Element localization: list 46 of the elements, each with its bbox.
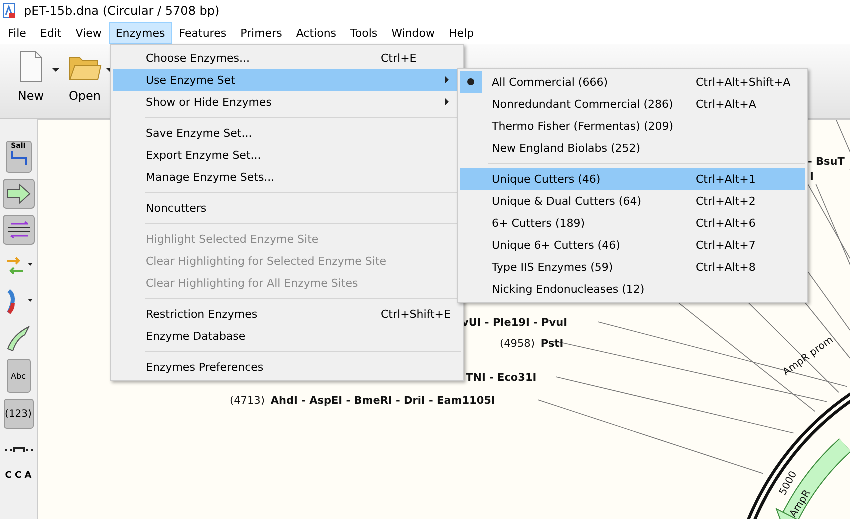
menu-item[interactable]: 6+ Cutters (189) Ctrl+Alt+6 [460,212,805,234]
enzyme-site-label: (4713) AhdI - AspEI - BmeRI - DriI - Eam1105I [230,395,496,407]
menu-item[interactable]: Restriction Enzymes Ctrl+Shift+E [113,303,461,325]
enzyme-site-label: TNI - Eco31I [466,372,537,384]
enzyme-site-label: I [810,171,814,183]
menu-item[interactable]: Manage Enzyme Sets... [113,166,461,188]
enzyme-site-label: (4958) PstI [500,338,564,350]
new-button[interactable]: New [12,50,50,103]
submenu-arrow-icon [445,76,449,84]
menu-item[interactable]: Unique Cutters (46) Ctrl+Alt+1 [460,168,805,190]
menu-item[interactable]: Enzymes Preferences [113,356,461,378]
window-title: pET-15b.dna (Circular / 5708 bp) [24,4,220,18]
menu-bar-item[interactable]: Actions [289,22,344,44]
menu-item[interactable]: Unique & Dual Cutters (64) Ctrl+Alt+2 [460,190,805,212]
menu-bar-item[interactable]: Primers [234,22,290,44]
menu-item[interactable]: Export Enzyme Set... [113,144,461,166]
menu-bar-item[interactable]: File [1,22,34,44]
menu-item[interactable]: Thermo Fisher (Fermentas) (209) [460,115,805,137]
menu-bar-item[interactable]: Window [384,22,442,44]
enzyme-site-label: - BsuT [808,156,845,168]
text-tool-button[interactable]: Abc [6,359,30,393]
dropdown-caret-icon[interactable] [52,68,60,72]
cut-site-icon [8,150,28,166]
numbers-button[interactable]: (123) [4,399,34,429]
menu-item[interactable]: Show or Hide Enzymes [113,91,461,113]
menu-bar-item[interactable]: Tools [344,22,385,44]
menu-item[interactable]: Save Enzyme Set... [113,122,461,144]
sequence-label[interactable]: C C A [5,471,32,481]
menu-item[interactable]: Nonredundant Commercial (286) Ctrl+Alt+A [460,93,805,115]
menu-bar-item[interactable]: View [68,22,109,44]
app-logo-icon [3,3,17,19]
submenu-arrow-icon [445,98,449,106]
menu-item[interactable]: Enzyme Database [113,325,461,347]
menu-bar-item[interactable]: Features [172,22,234,44]
menu-item[interactable]: New England Biolabs (252) [460,137,805,159]
menu-bar-item[interactable]: Help [442,22,482,44]
strands-icon[interactable] [2,215,34,245]
menu-item[interactable]: All Commercial (666) Ctrl+Alt+Shift+A [460,71,805,93]
menu-bar-item[interactable]: Edit [33,22,69,44]
menu-item[interactable]: Type IIS Enzymes (59) Ctrl+Alt+8 [460,256,805,278]
menu-item[interactable]: Choose Enzymes... Ctrl+E [113,47,461,69]
menu-bar-item[interactable]: Enzymes [108,22,172,44]
menu-item[interactable]: Noncutters [113,197,461,219]
menu-item[interactable]: Unique 6+ Cutters (46) Ctrl+Alt+7 [460,234,805,256]
open-button[interactable]: Open [66,50,104,103]
menu-item[interactable]: Nicking Endonucleases (12) [460,278,805,300]
